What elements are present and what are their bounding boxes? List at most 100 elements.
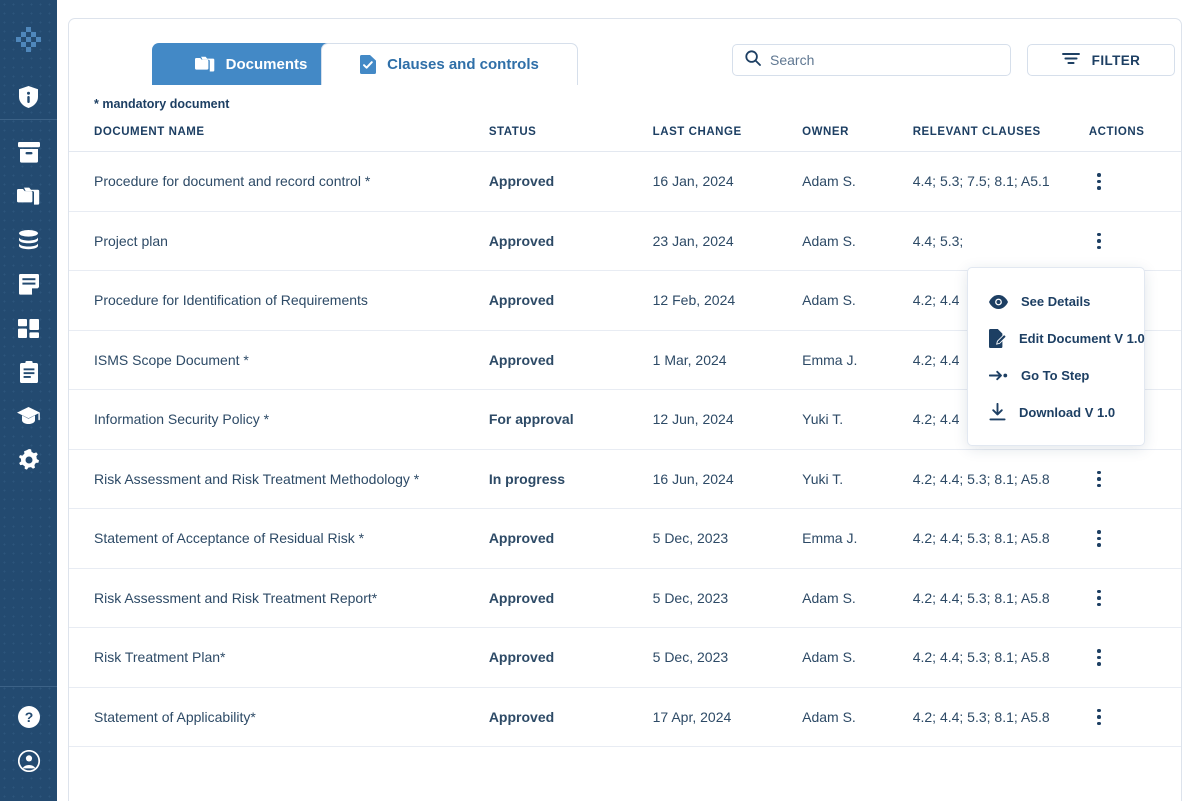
row-actions-menu-icon[interactable] <box>1089 173 1109 190</box>
cell-owner: Yuki T. <box>802 449 913 509</box>
sidebar-item-settings[interactable] <box>0 438 57 482</box>
cell-last-change: 5 Dec, 2023 <box>652 627 803 688</box>
app-logo[interactable] <box>12 23 46 57</box>
cell-status: Approved <box>488 330 653 390</box>
cell-last-change: 12 Feb, 2024 <box>652 270 803 331</box>
sidebar-item-help[interactable]: ? <box>0 695 57 739</box>
menu-item-see-details[interactable]: See Details <box>968 284 1144 319</box>
main-stage: Documents Clauses and controls Search FI… <box>57 0 1200 801</box>
tab-clauses-and-controls[interactable]: Clauses and controls <box>321 43 578 85</box>
menu-item-edit-document[interactable]: Edit Document V 1.0 <box>968 319 1145 358</box>
dashboard-grid-icon <box>18 318 39 338</box>
tab-documents-label: Documents <box>225 55 308 73</box>
archive-box-icon <box>17 141 40 163</box>
row-actions-menu-icon[interactable] <box>1089 232 1109 249</box>
cell-owner: Adam S. <box>802 627 913 688</box>
search-icon <box>745 49 761 71</box>
sidebar-item-account[interactable] <box>0 739 57 783</box>
download-icon <box>989 403 1006 421</box>
cell-last-change: 5 Dec, 2023 <box>652 568 803 628</box>
table-header: DOCUMENT NAME STATUS LAST CHANGE OWNER R… <box>69 117 1181 152</box>
svg-text:?: ? <box>24 709 33 725</box>
help-circle-icon: ? <box>17 706 40 728</box>
cell-actions <box>1088 449 1181 509</box>
cell-status: Approved <box>488 508 653 569</box>
arrow-to-step-icon <box>989 369 1008 382</box>
sidebar-item-info[interactable] <box>0 75 57 119</box>
sidebar-item-database[interactable] <box>0 218 57 262</box>
row-actions-menu-icon[interactable] <box>1089 708 1109 725</box>
menu-item-go-to-step-label: Go To Step <box>1021 368 1090 383</box>
cell-document-name: Information Security Policy * <box>69 389 489 450</box>
cell-owner: Adam S. <box>802 568 913 628</box>
search-input[interactable] <box>770 52 998 68</box>
gear-icon <box>18 449 40 471</box>
cell-document-name: Risk Assessment and Risk Treatment Repor… <box>69 568 489 628</box>
cell-document-name: Procedure for document and record contro… <box>69 151 489 212</box>
cell-actions <box>1088 151 1181 212</box>
sidebar-item-training[interactable] <box>0 394 57 438</box>
sidebar-item-clipboard[interactable] <box>0 350 57 394</box>
cell-owner: Adam S. <box>802 687 913 747</box>
cell-last-change: 16 Jan, 2024 <box>652 151 803 212</box>
sidebar-item-documents[interactable] <box>0 262 57 306</box>
sidebar-item-dashboard[interactable] <box>0 306 57 350</box>
cell-document-name: Statement of Applicability* <box>69 687 489 747</box>
cell-relevant-clauses: 4.4; 5.3; <box>912 211 1089 271</box>
document-check-icon <box>360 55 377 74</box>
clipboard-icon <box>19 361 38 383</box>
table-row[interactable]: Statement of Applicability* Approved 17 Ap… <box>69 687 1181 747</box>
filter-button[interactable]: FILTER <box>1027 44 1175 76</box>
row-actions-menu-icon[interactable] <box>1089 649 1109 666</box>
app-root: ? Documents Clauses and controls Search … <box>0 0 1200 801</box>
row-actions-menu-icon[interactable] <box>1089 470 1109 487</box>
menu-item-go-to-step[interactable]: Go To Step <box>968 358 1144 393</box>
document-note-icon <box>18 273 39 295</box>
cell-relevant-clauses: 4.2; 4.4; 5.3; 8.1; A5.8 <box>912 687 1089 747</box>
table-row[interactable]: Statement of Acceptance of Residual Risk… <box>69 508 1181 569</box>
column-header-last-change: LAST CHANGE <box>652 117 803 152</box>
mandatory-document-note: * mandatory document <box>94 97 230 111</box>
column-header-document-name: DOCUMENT NAME <box>69 117 489 152</box>
menu-item-download[interactable]: Download V 1.0 <box>968 393 1144 431</box>
folders-icon <box>17 187 40 206</box>
table-row[interactable]: Risk Assessment and Risk Treatment Repor… <box>69 568 1181 628</box>
content-card: Documents Clauses and controls Search FI… <box>68 18 1182 801</box>
cell-document-name: Risk Treatment Plan* <box>69 627 489 688</box>
table-row[interactable]: Project plan Approved 23 Jan, 2024 Adam S. 4… <box>69 211 1181 271</box>
cell-last-change: 17 Apr, 2024 <box>652 687 803 747</box>
graduation-cap-icon <box>17 407 40 425</box>
row-actions-menu-icon[interactable] <box>1089 530 1109 547</box>
cell-actions <box>1088 627 1181 688</box>
sidebar-divider-top <box>0 119 57 120</box>
cell-document-name: Procedure for Identification of Requirem… <box>69 270 489 331</box>
sidebar-item-folders[interactable] <box>0 174 57 218</box>
filter-icon <box>1061 52 1080 68</box>
cell-document-name: Risk Assessment and Risk Treatment Metho… <box>69 449 489 509</box>
table-row[interactable]: Risk Assessment and Risk Treatment Metho… <box>69 449 1181 509</box>
cell-owner: Emma J. <box>802 330 913 390</box>
table-row[interactable]: Risk Treatment Plan* Approved 5 Dec, 2023 A… <box>69 627 1181 688</box>
row-actions-menu-icon[interactable] <box>1089 589 1109 606</box>
cell-last-change: 1 Mar, 2024 <box>652 330 803 390</box>
cell-last-change: 12 Jun, 2024 <box>652 389 803 450</box>
document-edit-icon <box>989 329 1006 348</box>
cell-status: For approval <box>488 389 653 450</box>
sidebar-item-archive[interactable] <box>0 130 57 174</box>
cell-relevant-clauses: 4.2; 4.4; 5.3; 8.1; A5.8 <box>912 627 1089 688</box>
search-box[interactable] <box>732 44 1011 76</box>
cell-relevant-clauses: 4.2; 4.4; 5.3; 8.1; A5.8 <box>912 508 1089 569</box>
cell-actions <box>1088 211 1181 271</box>
cell-actions <box>1088 508 1181 569</box>
cell-document-name: ISMS Scope Document * <box>69 330 489 390</box>
column-header-relevant-clauses: RELEVANT CLAUSES <box>912 117 1089 152</box>
cell-owner: Adam S. <box>802 270 913 331</box>
row-actions-context-menu[interactable]: See Details Edit Document V 1.0 Go To St… <box>967 267 1145 446</box>
cell-document-name: Statement of Acceptance of Residual Risk… <box>69 508 489 569</box>
cell-actions <box>1088 568 1181 628</box>
database-stack-icon <box>17 230 40 250</box>
shield-info-icon <box>19 86 38 108</box>
cell-last-change: 23 Jan, 2024 <box>652 211 803 271</box>
menu-item-edit-document-label: Edit Document V 1.0 <box>1019 331 1145 346</box>
table-row[interactable]: Procedure for document and record contro… <box>69 151 1181 212</box>
